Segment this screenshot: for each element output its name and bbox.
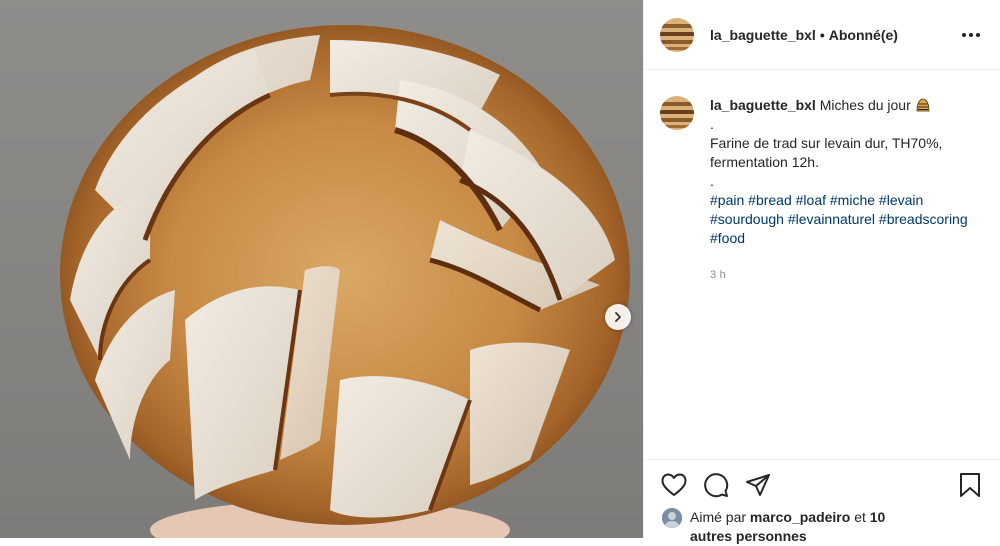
more-dot-icon (969, 32, 973, 37)
separator-dot: • (819, 26, 825, 43)
hashtag-link[interactable]: #food (710, 230, 745, 246)
hashtag-list: #pain #bread #loaf #miche #levain #sourd… (710, 191, 970, 248)
hashtag-link[interactable]: #breadscoring (879, 211, 968, 227)
caption-dot-line: . (710, 116, 714, 132)
hashtag-link[interactable]: #bread (748, 192, 792, 208)
save-button[interactable] (954, 469, 986, 501)
caption-body: Farine de trad sur levain dur, TH70%, fe… (710, 135, 943, 170)
avatar[interactable] (660, 17, 694, 52)
comment-icon (704, 472, 729, 497)
bread-avatar-image (660, 96, 694, 130)
caption-avatar[interactable] (660, 96, 694, 130)
hashtag-link[interactable]: #miche (830, 192, 875, 208)
hashtag-link[interactable]: #levainnaturel (788, 211, 875, 227)
post-header: la_baguette_bxl • Abonné(e) (644, 0, 1000, 70)
more-dot-icon (976, 32, 980, 37)
like-button[interactable] (658, 469, 690, 501)
post-timestamp[interactable]: 3 h (710, 266, 970, 285)
hashtag-link[interactable]: #pain (710, 192, 744, 208)
follow-status-button[interactable]: Abonné(e) (829, 27, 898, 43)
likes-conj: et (854, 509, 866, 525)
liker-username[interactable]: marco_padeiro (750, 509, 850, 525)
share-button[interactable] (742, 469, 774, 501)
post-actions-bar (644, 459, 1000, 509)
bread-emoji-icon (916, 98, 930, 112)
hashtag-link[interactable]: #levain (879, 192, 923, 208)
bread-loaf-photo (0, 0, 643, 538)
chevron-right-icon (615, 312, 621, 322)
paper-plane-icon (746, 473, 770, 496)
liker-avatar-image (662, 508, 682, 528)
hashtag-link[interactable]: #loaf (796, 192, 826, 208)
comment-button[interactable] (700, 469, 732, 501)
caption-username[interactable]: la_baguette_bxl (710, 97, 816, 113)
likes-prefix: Aimé par (690, 509, 747, 525)
more-dot-icon (962, 32, 966, 37)
caption-block: la_baguette_bxl Miches du jour . Farine … (660, 96, 984, 285)
hashtag-link[interactable]: #sourdough (710, 211, 784, 227)
bread-avatar-image (660, 17, 694, 52)
liker-avatar[interactable] (662, 508, 682, 528)
post-photo[interactable] (0, 0, 643, 538)
more-options-button[interactable] (958, 29, 984, 41)
post-side-panel: la_baguette_bxl • Abonné(e) la_baguette_… (643, 0, 1000, 544)
caption-dot-line: . (710, 173, 714, 189)
caption-text: la_baguette_bxl Miches du jour . Farine … (710, 96, 970, 285)
likes-summary: Aimé par marco_padeiro et 10 autres pers… (662, 508, 930, 546)
next-photo-button[interactable] (605, 304, 631, 330)
header-username[interactable]: la_baguette_bxl (710, 27, 816, 43)
bookmark-icon (960, 472, 980, 497)
heart-icon (661, 473, 687, 496)
caption-title: Miches du jour (819, 97, 911, 113)
